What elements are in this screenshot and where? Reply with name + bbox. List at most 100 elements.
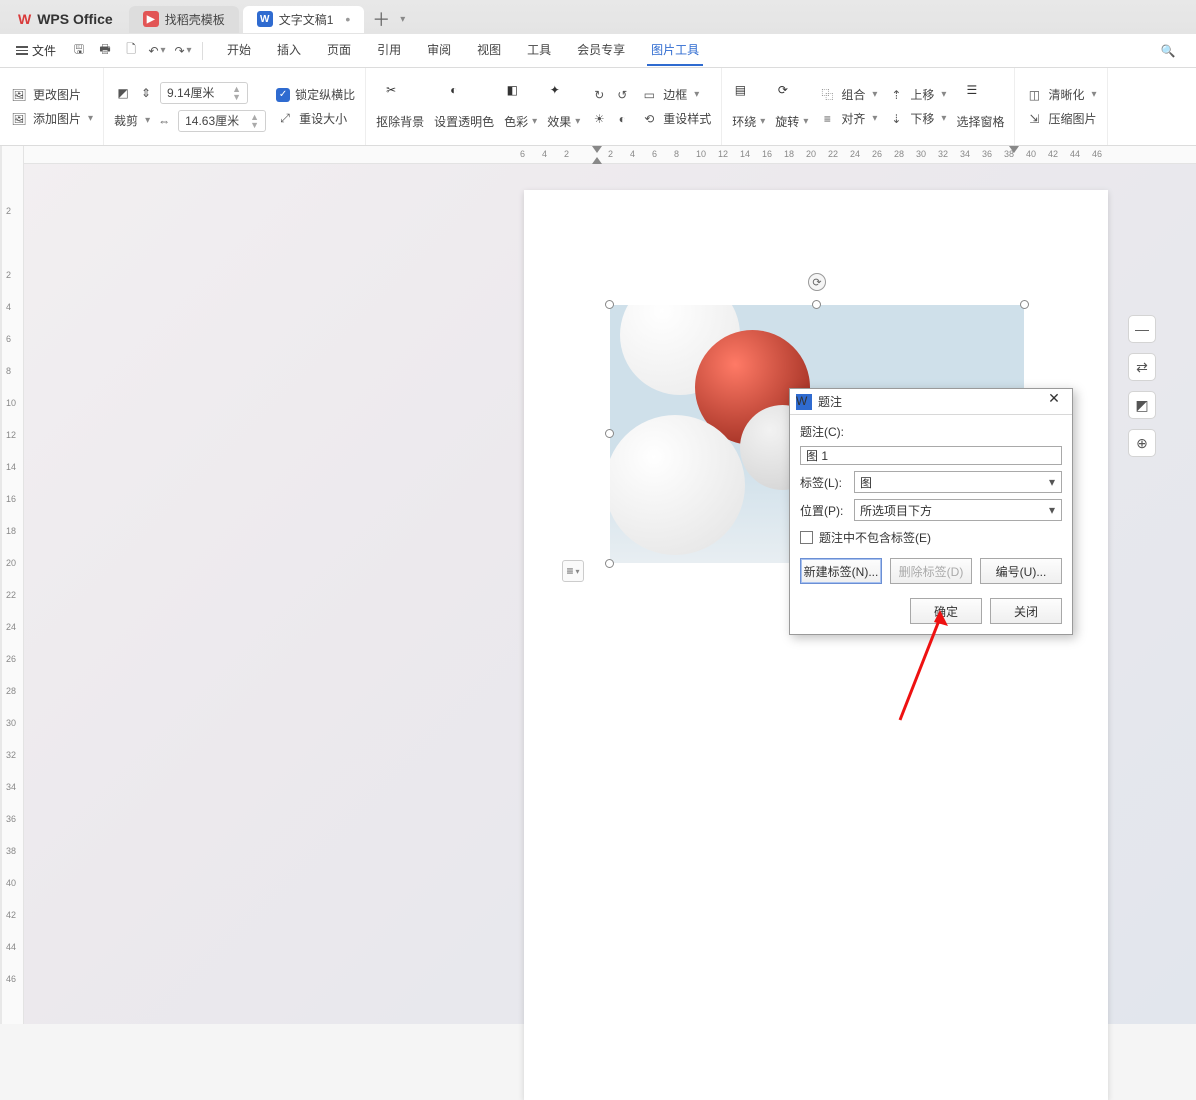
horizontal-ruler: 6422468101214161820222426283032343638404… (24, 146, 1196, 164)
tag-select[interactable]: 图 (854, 471, 1062, 493)
menu-page[interactable]: 页面 (323, 35, 355, 66)
title-tab-bar: W WPS Office ▶ 找稻壳模板 W 文字文稿1 • ＋ ▾ (0, 0, 1196, 34)
qat-save-icon[interactable]: 🖫 (68, 40, 90, 62)
rotate-cw-button[interactable]: ↻↺ ▭边框▾ (590, 86, 711, 104)
caption-input[interactable]: 图 1 (800, 446, 1062, 465)
qat-preview-icon[interactable]: 🗋 (120, 40, 142, 62)
effect-button[interactable]: ✦效果▾ (547, 83, 580, 130)
menu-tools[interactable]: 工具 (523, 35, 555, 66)
tab-label: 找稻壳模板 (165, 11, 225, 28)
new-tag-button[interactable]: 新建标签(N)... (800, 558, 882, 584)
tab-document[interactable]: W 文字文稿1 • (243, 6, 365, 33)
tool-crop-icon[interactable]: ◩ (1128, 391, 1156, 419)
clarity-button[interactable]: ◫清晰化▾ (1025, 86, 1096, 104)
dialog-close-button[interactable]: ✕ (1042, 390, 1066, 414)
group-button[interactable]: ⿻组合▾ (818, 86, 877, 104)
dialog-title-bar[interactable]: W 题注 ✕ (790, 389, 1072, 415)
close-icon: ✕ (1048, 390, 1060, 406)
layout-options-button[interactable]: ≡▾ (562, 560, 584, 582)
resize-handle[interactable] (1020, 300, 1029, 309)
brightness-icon[interactable]: ☀ (590, 110, 608, 128)
qat-print-icon[interactable]: 🖶 (94, 40, 116, 62)
menu-start[interactable]: 开始 (223, 35, 255, 66)
align-button[interactable]: ≡对齐▾ (818, 110, 877, 128)
crop-icon-line[interactable]: ◩ ⇕ 9.14厘米▲▼ (114, 82, 266, 104)
hamburger-icon (16, 46, 28, 55)
resize-handle[interactable] (812, 300, 821, 309)
exclude-label-checkbox[interactable]: 题注中不包含标签(E) (800, 529, 1062, 546)
compress-icon: ⇲ (1025, 110, 1043, 128)
main-menu: 开始 插入 页面 引用 审阅 视图 工具 会员专享 图片工具 (223, 35, 703, 66)
set-trans-button[interactable]: ◐设置透明色 (434, 83, 494, 130)
width-input[interactable]: 14.63厘米▲▼ (178, 110, 266, 132)
compress-button[interactable]: ⇲压缩图片 (1025, 110, 1096, 128)
selection-pane-button[interactable]: ☰选择窗格 (956, 83, 1004, 130)
change-picture-button[interactable]: 🖼更改图片 (10, 86, 93, 104)
up-icon: ⇡ (887, 86, 905, 104)
height-icon: ⇕ (137, 84, 155, 102)
close-button[interactable]: 关闭 (990, 598, 1062, 624)
tab-templates[interactable]: ▶ 找稻壳模板 (129, 6, 239, 33)
search-icon: 🔍 (1161, 44, 1176, 58)
contrast-icon[interactable]: ◐ (613, 110, 631, 128)
checkbox-icon (800, 531, 813, 544)
indent-marker-bottom-icon[interactable] (592, 157, 602, 164)
tab-chevron-down-icon[interactable]: ▾ (400, 14, 405, 25)
app-logo: W WPS Office (6, 7, 125, 31)
resize-handle[interactable] (605, 300, 614, 309)
wrap-button[interactable]: ▤环绕▾ (732, 83, 765, 130)
caption-field-label: 题注(C): (800, 425, 844, 439)
document-page[interactable]: ⟳ 但 愿 ， ≡▾ — ⇄ (524, 190, 1108, 1100)
menu-review[interactable]: 审阅 (423, 35, 455, 66)
move-up-button[interactable]: ⇡上移▾ (887, 86, 946, 104)
tool-zoom-icon[interactable]: ⊕ (1128, 429, 1156, 457)
new-tab-button[interactable]: ＋ (368, 6, 394, 32)
height-input[interactable]: 9.14厘米▲▼ (160, 82, 248, 104)
remove-bg-button[interactable]: ✂抠除背景 (376, 83, 424, 130)
color-button[interactable]: ◧色彩▾ (504, 83, 537, 130)
rotate-handle-icon[interactable]: ⟳ (808, 273, 826, 291)
crop-label[interactable]: 裁剪 (114, 112, 138, 129)
resize-handle[interactable] (605, 559, 614, 568)
qat-redo-icon[interactable]: ↷▾ (172, 40, 194, 62)
template-icon: ▶ (143, 11, 159, 27)
menu-picture-tools[interactable]: 图片工具 (647, 35, 703, 66)
rotate-cw-icon: ↻ (590, 86, 608, 104)
spinner-icon[interactable]: ▲▼ (232, 85, 241, 101)
numbering-button[interactable]: 编号(U)... (980, 558, 1062, 584)
border-button[interactable]: ▭边框▾ (640, 86, 699, 104)
position-select[interactable]: 所选项目下方 (854, 499, 1062, 521)
menu-member[interactable]: 会员专享 (573, 35, 629, 66)
menu-view[interactable]: 视图 (473, 35, 505, 66)
dialog-title: 题注 (818, 393, 842, 410)
add-picture-button[interactable]: 🖼添加图片▾ (10, 110, 93, 128)
qat-separator (202, 42, 203, 60)
file-label: 文件 (32, 42, 56, 59)
caption-dialog: W 题注 ✕ 题注(C): 图 1 标签(L): 图 位置(P): 所选项目下方… (789, 388, 1073, 635)
vertical-ruler: 2246810121416182022242628303234363840424… (2, 146, 24, 1024)
menu-bar: 文件 🖫 🖶 🗋 ↶▾ ↷▾ 开始 插入 页面 引用 审阅 视图 工具 会员专享… (0, 34, 1196, 68)
crop-icon: ◩ (114, 84, 132, 102)
spinner-icon[interactable]: ▲▼ (250, 113, 259, 129)
move-down-button[interactable]: ⇣下移▾ (887, 110, 946, 128)
picture-swap-icon: 🖼 (10, 86, 28, 104)
menu-insert[interactable]: 插入 (273, 35, 305, 66)
wrap-icon: ▤ (735, 83, 763, 107)
lock-ratio-toggle[interactable]: ✓锁定纵横比 (276, 86, 355, 103)
menu-ref[interactable]: 引用 (373, 35, 405, 66)
ok-button[interactable]: 确定 (910, 598, 982, 624)
align-icon: ≡ (818, 110, 836, 128)
tool-collapse-icon[interactable]: — (1128, 315, 1156, 343)
reset-style-button[interactable]: ⟲重设样式 (640, 110, 711, 128)
resize-handle[interactable] (605, 429, 614, 438)
dirty-indicator-icon: • (345, 11, 350, 27)
rotate-icon: ⟳ (778, 83, 806, 107)
qat-undo-icon[interactable]: ↶▾ (146, 40, 168, 62)
rotate-button[interactable]: ⟳旋转▾ (775, 83, 808, 130)
tool-adjust-icon[interactable]: ⇄ (1128, 353, 1156, 381)
reset-size-button[interactable]: ⤢重设大小 (276, 109, 355, 127)
indent-marker-top-icon[interactable] (592, 146, 602, 153)
tag-field-label: 标签(L): (800, 474, 848, 491)
file-menu[interactable]: 文件 (8, 38, 64, 63)
search-button[interactable]: 🔍 (1148, 44, 1188, 58)
